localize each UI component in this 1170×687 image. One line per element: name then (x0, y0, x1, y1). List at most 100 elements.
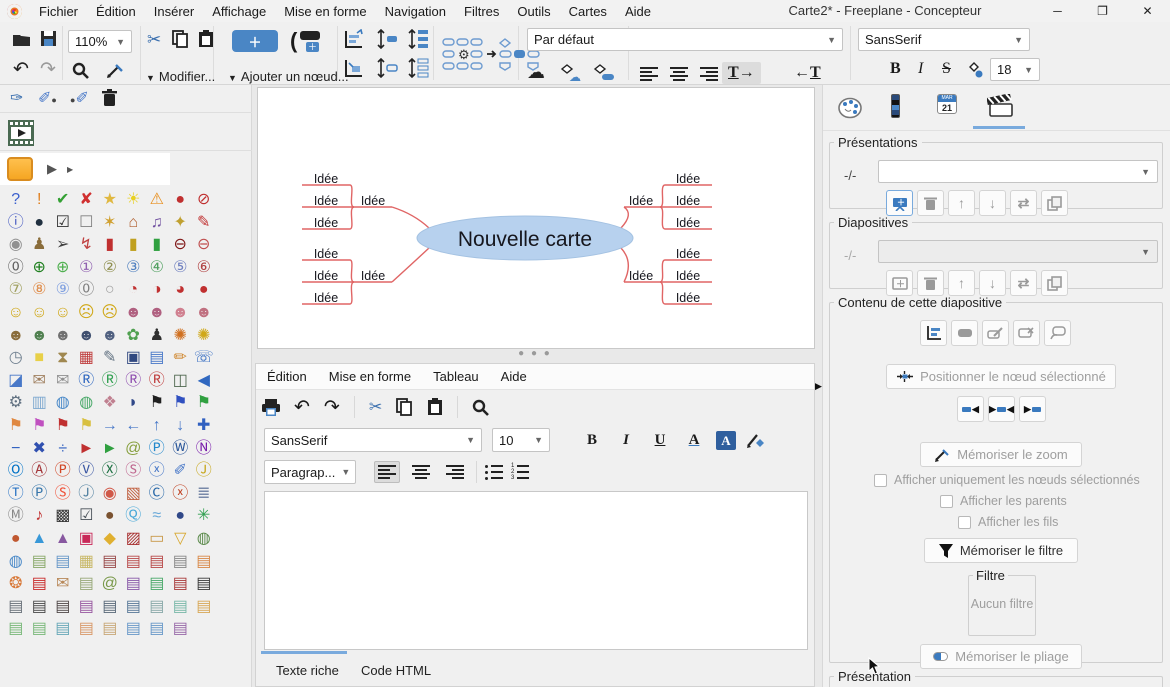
palette-icon[interactable]: ✺ (192, 325, 216, 348)
palette-icon[interactable]: ▤ (169, 573, 193, 596)
film-row[interactable] (0, 115, 252, 151)
palette-icon[interactable]: Ⓒ (145, 483, 169, 506)
palette-icon[interactable]: ▽ (169, 528, 193, 551)
palette-icon[interactable]: ♟ (28, 234, 52, 257)
menu-fichier[interactable]: Fichier (30, 2, 87, 21)
note-font-color-icon[interactable]: A (682, 432, 706, 449)
save-map-icon[interactable] (40, 30, 57, 47)
palette-icon[interactable]: ⓘ (4, 212, 28, 235)
vgap-increase-icon[interactable] (376, 29, 398, 49)
palette-icon[interactable]: ▤ (169, 618, 193, 641)
idea-node[interactable]: Idée (314, 194, 338, 208)
palette-icon[interactable]: ▤ (98, 618, 122, 641)
copy-icon[interactable] (172, 30, 189, 48)
menu-mise-en-forme[interactable]: Mise en forme (275, 2, 375, 21)
palette-icon[interactable]: ⚑ (145, 392, 169, 415)
palette-icon[interactable]: ✺ (169, 325, 193, 348)
palette-icon[interactable]: ◔ (122, 279, 146, 302)
note-search-icon[interactable] (472, 399, 489, 416)
palette-icon[interactable]: ☻ (192, 302, 216, 325)
palette-icon[interactable]: ▤ (169, 551, 193, 574)
palette-icon[interactable]: Ⓧ (98, 460, 122, 483)
slides-select[interactable]: ▼ (878, 240, 1158, 263)
strikethrough-icon[interactable]: S (942, 60, 951, 78)
note-copy-icon[interactable] (396, 398, 413, 416)
palette-icon[interactable]: ● (4, 528, 28, 551)
palette-icon[interactable]: ☻ (4, 325, 28, 348)
palette-icon[interactable]: ← (122, 415, 146, 438)
tab-properties-icon[interactable] (891, 94, 900, 118)
map-note-splitter[interactable]: ● ● ● (252, 349, 818, 363)
palette-icon[interactable]: ⊘ (192, 189, 216, 212)
redo-icon[interactable]: ↷ (40, 60, 56, 79)
palette-icon[interactable]: ☑ (51, 212, 75, 235)
menu-cartes[interactable]: Cartes (560, 2, 616, 21)
palette-icon[interactable]: ✎ (98, 347, 122, 370)
palette-icon[interactable]: ⊕ (28, 257, 52, 280)
palette-icon[interactable]: ⚑ (169, 392, 193, 415)
idea-node[interactable]: Idée (314, 247, 338, 261)
slide-callout-button[interactable] (1044, 320, 1071, 346)
idea-node[interactable]: Idée (314, 172, 338, 186)
palette-icon[interactable]: ▤ (51, 596, 75, 619)
palette-icon[interactable]: ⊕ (51, 257, 75, 280)
palette-icon[interactable]: ▧ (122, 483, 146, 506)
note-undo-icon[interactable]: ↶ (294, 396, 310, 419)
menu-affichage[interactable]: Affichage (203, 2, 275, 21)
palette-icon[interactable]: ▲ (51, 528, 75, 551)
palette-icon[interactable]: ▤ (28, 618, 52, 641)
palette-icon[interactable]: ● (169, 505, 193, 528)
palette-icon[interactable]: ▦ (75, 551, 99, 574)
palette-icon[interactable]: ▤ (145, 347, 169, 370)
palette-icon[interactable]: Ⓟ (51, 460, 75, 483)
palette-icon[interactable]: Ⓙ (192, 460, 216, 483)
palette-icon[interactable]: ⓪ (75, 279, 99, 302)
film-strip-icon[interactable] (8, 120, 34, 146)
palette-icon[interactable]: ✐ (169, 460, 193, 483)
palette-icon[interactable]: ② (98, 257, 122, 280)
palette-icon[interactable]: Ⓡ (98, 370, 122, 393)
search-icon[interactable] (72, 62, 89, 79)
palette-icon[interactable]: Ⓞ (4, 460, 28, 483)
menu-filtres[interactable]: Filtres (455, 2, 508, 21)
palette-icon[interactable]: ▤ (145, 618, 169, 641)
palette-icon[interactable]: ✉ (51, 573, 75, 596)
expand-arrow-small-icon[interactable]: ▶ (67, 165, 73, 174)
palette-icon[interactable]: ● (28, 212, 52, 235)
diamond-node-style-icon[interactable] (593, 64, 615, 81)
palette-icon[interactable]: ◗ (122, 392, 146, 415)
palette-icon[interactable]: ▤ (145, 596, 169, 619)
palette-icon[interactable]: @ (122, 438, 146, 461)
palette-icon[interactable]: Ⓦ (169, 438, 193, 461)
palette-icon[interactable]: ▦ (75, 347, 99, 370)
add-sibling-node-button[interactable]: ＋ (232, 30, 278, 52)
align-node-center-button[interactable]: ▶◀ (988, 396, 1015, 422)
palette-icon[interactable]: Ⓡ (145, 370, 169, 393)
palette-icon[interactable]: ❖ (98, 392, 122, 415)
font-family-select[interactable]: SansSerif▼ (858, 28, 1030, 51)
note-align-right-button[interactable] (442, 461, 468, 483)
palette-icon[interactable]: ⑧ (28, 279, 52, 302)
palette-icon[interactable]: ▤ (51, 618, 75, 641)
swap-presentation-button[interactable]: ⇄ (1010, 190, 1037, 216)
restore-button[interactable]: ❐ (1080, 0, 1125, 22)
tab-texte-riche[interactable]: Texte riche (276, 663, 339, 678)
palette-icon[interactable]: ▤ (98, 596, 122, 619)
palette-icon[interactable]: ⓧ (145, 460, 169, 483)
note-menu-aide[interactable]: Aide (490, 367, 538, 386)
palette-icon[interactable]: Ⓡ (122, 370, 146, 393)
idea-node[interactable]: Idée (629, 194, 653, 208)
dot-brush-icon[interactable]: ●✐ (70, 88, 89, 108)
presentations-select[interactable]: ▼ (878, 160, 1158, 183)
style-select[interactable]: Par défaut▼ (527, 28, 843, 51)
palette-icon[interactable]: ▤ (75, 573, 99, 596)
align-node-left-button[interactable]: ◀ (957, 396, 984, 422)
palette-icon[interactable]: ⚑ (192, 392, 216, 415)
print-icon[interactable] (262, 399, 280, 416)
tab-format-palette-icon[interactable] (837, 95, 863, 119)
idea-node[interactable]: Idée (361, 269, 385, 283)
add-child-node-icon[interactable]: (＋ (290, 28, 330, 54)
palette-icon[interactable]: ✏ (169, 347, 193, 370)
palette-icon[interactable]: ▤ (28, 596, 52, 619)
palette-icon[interactable]: ☻ (75, 325, 99, 348)
